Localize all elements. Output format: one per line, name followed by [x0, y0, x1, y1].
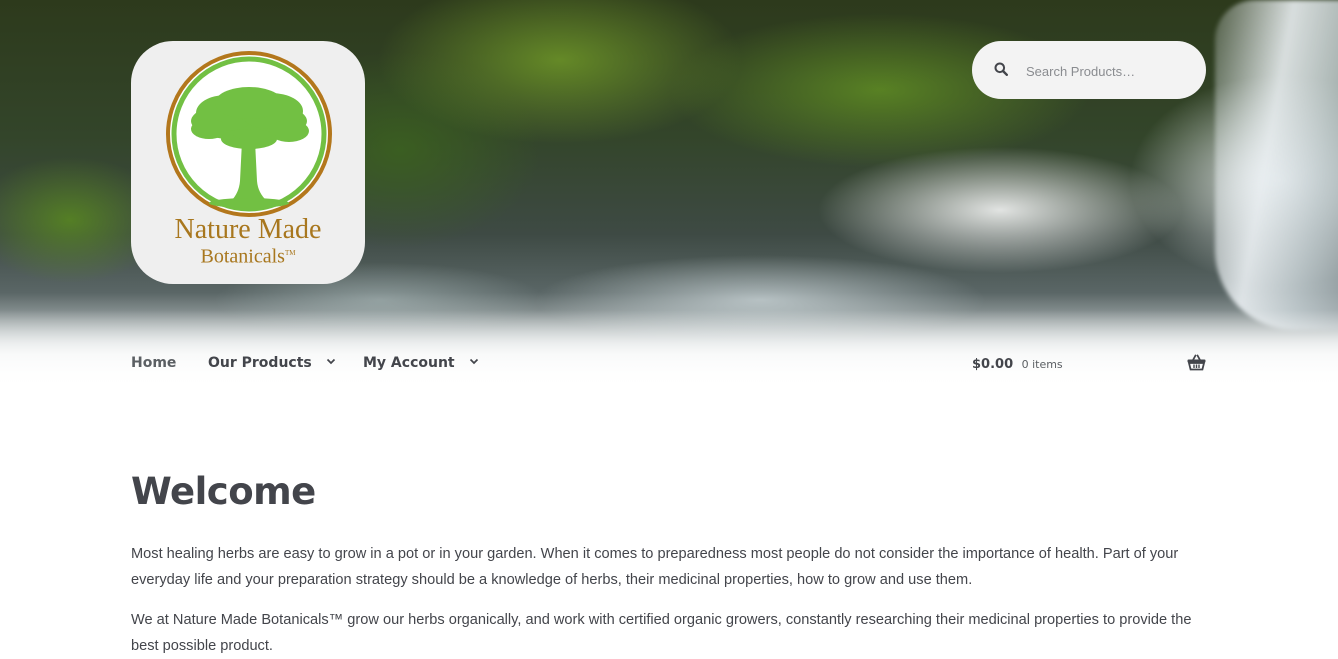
about-paragraph: We at Nature Made Botanicals™ grow our h…	[131, 612, 1192, 654]
nav-item-label: Home	[131, 355, 177, 371]
cart-amount: $0.00	[972, 357, 1014, 372]
site-logo[interactable]: Nature Made BotanicalsTM	[131, 41, 365, 284]
waterfall-image	[1215, 0, 1338, 330]
header-cart[interactable]: $0.00 0 items	[972, 354, 1206, 375]
nav-item-label: Our Products	[208, 355, 312, 371]
intro-paragraph: Most healing herbs are easy to grow in a…	[131, 546, 1179, 588]
chevron-down-icon	[326, 358, 335, 365]
page-title: Welcome	[131, 470, 316, 513]
search-icon[interactable]	[994, 62, 1008, 76]
trademark-mark: TM	[284, 249, 296, 257]
chevron-down-icon	[469, 358, 478, 365]
product-search	[972, 41, 1206, 99]
cart-item-count: 0 items	[1021, 358, 1063, 371]
logo-subtitle: BotanicalsTM	[200, 245, 296, 268]
search-input[interactable]	[1024, 59, 1188, 83]
basket-icon	[1187, 354, 1206, 371]
logo-title: Nature Made	[174, 214, 322, 245]
nav-item-label: My Account	[363, 355, 455, 371]
nav-item-home[interactable]: Home	[131, 355, 176, 375]
nav-item-our-products[interactable]: Our Products	[208, 355, 336, 375]
nav-item-my-account[interactable]: My Account	[363, 355, 479, 375]
